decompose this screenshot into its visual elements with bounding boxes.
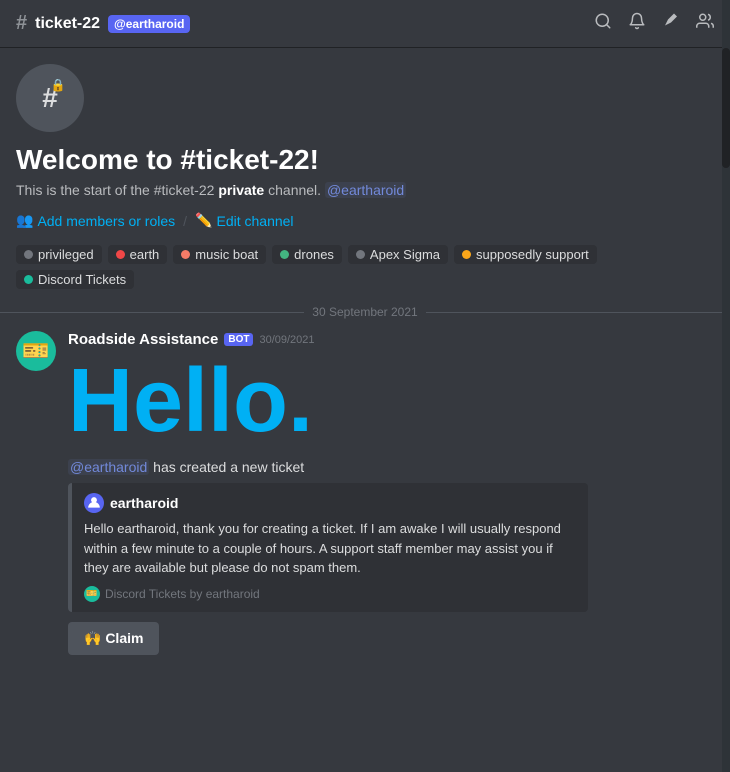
- channel-name: ticket-22: [35, 15, 100, 33]
- search-icon[interactable]: [594, 12, 612, 35]
- channel-welcome: #🔒 Welcome to #ticket-22! This is the st…: [0, 48, 730, 289]
- role-dot-privileged: [24, 250, 33, 259]
- ticket-icon: 🎫: [22, 338, 49, 364]
- role-dot-earth: [116, 250, 125, 259]
- header-icon-group: [594, 12, 714, 35]
- hash-icon: #: [16, 12, 27, 35]
- mention-eartharoid: @eartharoid: [325, 182, 406, 198]
- edit-channel-link[interactable]: ✏️ Edit channel: [195, 212, 294, 229]
- hello-text: Hello.: [68, 352, 714, 451]
- embed-author-avatar: [84, 493, 104, 513]
- role-label-drones: drones: [294, 247, 334, 262]
- embed-footer-icon: 🎫: [84, 586, 100, 602]
- date-divider: 30 September 2021: [0, 305, 730, 319]
- role-tag-drones[interactable]: drones: [272, 245, 342, 264]
- role-dot-discord-tickets: [24, 275, 33, 284]
- welcome-title: Welcome to #ticket-22!: [16, 144, 714, 176]
- role-label-earth: earth: [130, 247, 160, 262]
- add-members-icon: 👥: [16, 212, 33, 229]
- role-tag-privileged[interactable]: privileged: [16, 245, 102, 264]
- message-author: Roadside Assistance: [68, 331, 218, 348]
- scrollbar-thumb[interactable]: [722, 48, 730, 168]
- embed: eartharoid Hello eartharoid, thank you f…: [68, 483, 588, 612]
- edit-channel-label: Edit channel: [216, 213, 293, 229]
- ticket-footer-icon: 🎫: [86, 588, 97, 599]
- claim-button-label: 🙌 Claim: [84, 630, 143, 647]
- bell-icon[interactable]: [628, 12, 646, 35]
- action-divider: /: [183, 213, 187, 229]
- members-icon[interactable]: [696, 12, 714, 35]
- role-label-apex-sigma: Apex Sigma: [370, 247, 440, 262]
- embed-author-name: eartharoid: [110, 495, 178, 511]
- bot-tag: BOT: [224, 333, 253, 346]
- action-links: 👥 Add members or roles / ✏️ Edit channel: [16, 212, 714, 229]
- ticket-created-line: @eartharoid has created a new ticket: [68, 459, 714, 475]
- role-tag-supposedly-support[interactable]: supposedly support: [454, 245, 597, 264]
- bot-message: 🎫 Roadside Assistance BOT 30/09/2021 Hel…: [16, 331, 714, 655]
- role-tag-discord-tickets[interactable]: Discord Tickets: [16, 270, 134, 289]
- embed-footer: 🎫 Discord Tickets by eartharoid: [84, 586, 576, 602]
- role-dot-supposedly-support: [462, 250, 471, 259]
- channel-icon: #🔒: [16, 64, 84, 132]
- role-dot-apex-sigma: [356, 250, 365, 259]
- bot-avatar: 🎫: [16, 331, 56, 371]
- role-tag-earth[interactable]: earth: [108, 245, 168, 264]
- pin-icon[interactable]: [662, 12, 680, 35]
- welcome-description: This is the start of the #ticket-22 priv…: [16, 182, 714, 198]
- message-header: Roadside Assistance BOT 30/09/2021: [68, 331, 714, 348]
- roles-row: privileged earth music boat drones Apex Sigm…: [16, 245, 714, 289]
- scrollbar[interactable]: [722, 0, 730, 772]
- private-label: private: [218, 182, 264, 198]
- role-tag-apex-sigma[interactable]: Apex Sigma: [348, 245, 448, 264]
- message-body: Roadside Assistance BOT 30/09/2021 Hello…: [68, 331, 714, 655]
- embed-body-text: Hello eartharoid, thank you for creating…: [84, 519, 576, 578]
- date-label: 30 September 2021: [312, 305, 417, 319]
- add-members-link[interactable]: 👥 Add members or roles: [16, 212, 175, 229]
- edit-channel-icon: ✏️: [195, 212, 212, 229]
- role-label-discord-tickets: Discord Tickets: [38, 272, 126, 287]
- role-label-music-boat: music boat: [195, 247, 258, 262]
- embed-author: eartharoid: [84, 493, 576, 513]
- role-tag-music-boat[interactable]: music boat: [173, 245, 266, 264]
- role-dot-drones: [280, 250, 289, 259]
- embed-footer-text: Discord Tickets by eartharoid: [105, 587, 260, 601]
- claim-button[interactable]: 🙌 Claim: [68, 622, 159, 655]
- ticket-mention: @eartharoid: [68, 459, 149, 475]
- role-label-supposedly-support: supposedly support: [476, 247, 589, 262]
- messages-area: 🎫 Roadside Assistance BOT 30/09/2021 Hel…: [0, 331, 730, 655]
- role-dot-music-boat: [181, 250, 190, 259]
- channel-header: # ticket-22 @eartharoid: [0, 0, 730, 48]
- hash-lock-icon: #🔒: [42, 82, 58, 114]
- add-members-label: Add members or roles: [37, 213, 175, 229]
- ticket-created-text: has created a new ticket: [153, 459, 304, 475]
- user-tag: @eartharoid: [108, 15, 190, 33]
- role-label-privileged: privileged: [38, 247, 94, 262]
- message-time: 30/09/2021: [259, 334, 314, 346]
